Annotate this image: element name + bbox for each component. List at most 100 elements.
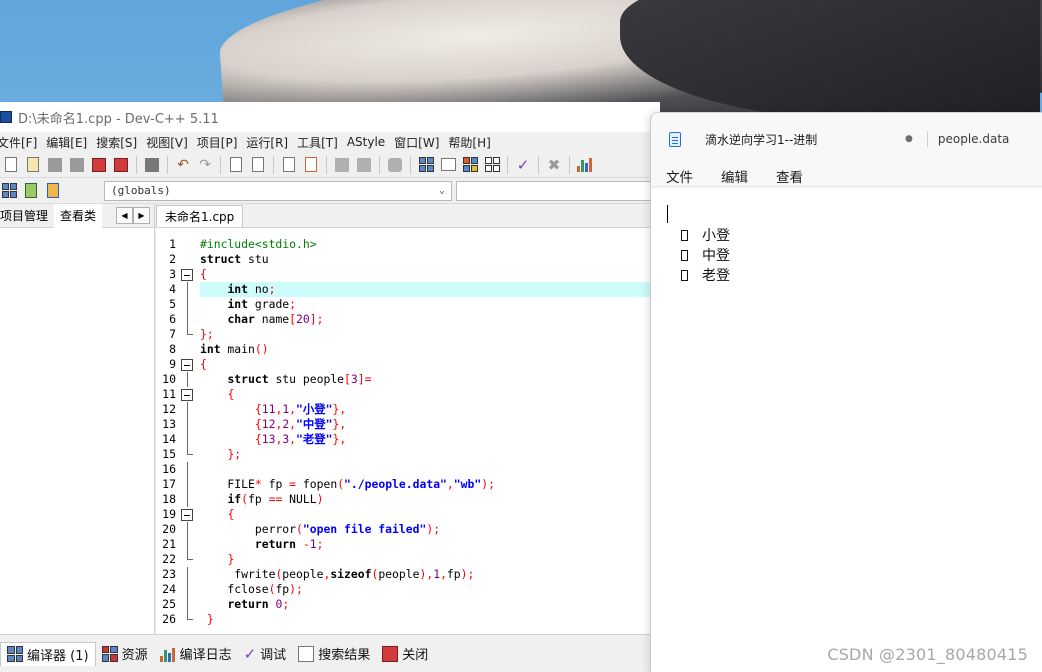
remove-from-project-button[interactable] [44,182,62,200]
tab-untitled-cpp[interactable]: 未命名1.cpp [156,205,244,227]
comment-button[interactable] [386,156,404,174]
find-button[interactable] [227,156,245,174]
line-number: 7 [156,327,198,342]
compile-button[interactable] [417,156,435,174]
goto-button[interactable] [302,156,320,174]
new-file-button[interactable] [2,156,20,174]
fold-guide-line [187,282,188,297]
notepad-menu-file[interactable]: 文件 [666,166,693,186]
code-line: char name[20]; [227,312,324,326]
line-number: 2 [156,252,198,267]
fold-minus-icon[interactable] [181,388,193,401]
notepad-line: 小登 [681,225,730,245]
stop-button[interactable]: ✖ [545,156,563,174]
syntax-check-button[interactable]: ✓ [514,156,532,174]
code-line: { [227,387,235,401]
close-all-icon [114,157,128,172]
line-number-text: 3 [169,267,176,281]
fold-minus-icon[interactable] [181,358,193,371]
tab-compiler[interactable]: 编译器 (1) [0,641,96,666]
line-number-gutter: 1 2 3 4 5 6 7 8 9 10 11 12 13 14 15 16 17 18 19 20 21 22 23 24 2… [156,237,198,627]
fold-minus-icon[interactable] [181,268,193,281]
close-file-button[interactable] [90,156,108,174]
menu-run[interactable]: 运行[R] [246,134,297,151]
notepad-tab-title[interactable]: 滴水逆向学习1--进制 [705,131,905,148]
menu-astyle[interactable]: AStyle [347,135,394,149]
tab-compile-log-label: 编译日志 [179,648,232,663]
tab-class-browser[interactable]: 查看类 [54,203,103,228]
project-button[interactable] [0,182,18,200]
notepad-tab-people-data[interactable]: people.data [938,132,1010,146]
menu-window[interactable]: 窗口[W] [394,134,448,151]
redo-button[interactable]: ↷ [196,156,214,174]
line-number-text: 13 [162,417,176,431]
add-to-project-icon [25,183,37,198]
code-line: {11,1,"小登"}, [254,402,347,416]
code-line: return 0; [227,597,290,611]
tab-project-manager[interactable]: 项目管理 [0,204,54,228]
unsaved-dot-icon: ● [905,134,913,144]
tab-resources[interactable]: 资源 [96,642,154,666]
undo-button[interactable]: ↶ [174,156,192,174]
menu-search[interactable]: 搜索[S] [96,134,146,151]
menu-edit[interactable]: 编辑[E] [46,134,96,151]
redo-icon: ↷ [199,156,211,173]
close-x-icon: ✖ [547,155,561,174]
tab-scroll-right-icon[interactable]: ▶ [133,207,150,224]
bookmark-prev-button[interactable] [333,156,351,174]
tab-compiler-label: 编译器 (1) [27,648,89,664]
code-line: } [227,552,235,566]
fold-minus-icon[interactable] [181,508,193,521]
notepad-menu-view[interactable]: 查看 [776,166,803,186]
unprintable-char-icon [681,269,688,281]
devcpp-app-icon [0,111,12,123]
code-line: return -1; [254,537,324,551]
notepad-titlebar: 滴水逆向学习1--进制 ● people.data [651,113,1042,165]
open-icon [27,157,39,172]
compile-run-button[interactable] [461,156,479,174]
close-all-button[interactable] [112,156,130,174]
replace-button[interactable] [249,156,267,174]
code-line: }; [200,327,214,341]
notepad-text-area[interactable]: 小登 中登 老登 [651,189,1042,672]
tab-compile-log[interactable]: 编译日志 [154,642,238,666]
tab-scroll-left-icon[interactable]: ◀ [116,207,133,224]
profile-button[interactable] [576,156,594,174]
menu-file[interactable]: 文件[F] [0,134,46,151]
notepad-menu-edit[interactable]: 编辑 [721,166,748,186]
save-button[interactable] [46,156,64,174]
indent-button[interactable] [280,156,298,174]
tab-close[interactable]: 关闭 [376,642,434,666]
menu-project[interactable]: 项目[P] [197,134,247,151]
print-button[interactable] [143,156,161,174]
run-button[interactable] [439,156,457,174]
bookmark-next-button[interactable] [355,156,373,174]
line-number: 8 [156,342,198,357]
code-line: {13,3,"老登"}, [254,432,347,446]
line-number: 17 [156,477,198,492]
code-area[interactable]: 1 2 3 4 5 6 7 8 9 10 11 12 13 14 15 16 17 18 19 20 21 22 23 24 2… [156,228,660,634]
menu-tools[interactable]: 工具[T] [297,134,347,151]
tab-search-results[interactable]: 搜索结果 [292,642,376,666]
globals-select[interactable]: (globals) ⌄ [104,180,452,201]
add-to-project-button[interactable] [22,182,40,200]
fold-guide-line [187,567,188,582]
save-all-button[interactable] [68,156,86,174]
code-line: fwrite(people,sizeof(people),1,fp); [200,567,475,581]
bookmark-prev-icon [335,157,349,172]
fold-guide-line [187,477,188,492]
menu-view[interactable]: 视图[V] [146,134,197,151]
member-select[interactable] [456,180,660,201]
toolbar-separator [273,155,274,174]
code-line: perror("open file failed"); [200,522,441,536]
line-number: 25 [156,597,198,612]
rebuild-button[interactable] [483,156,501,174]
menu-help[interactable]: 帮助[H] [448,134,499,151]
tab-debug[interactable]: ✓ 调试 [238,642,293,666]
line-number: 20 [156,522,198,537]
line-number-text: 25 [162,597,176,611]
open-button[interactable] [24,156,42,174]
toolbar-separator [507,155,508,174]
devcpp-menubar: 文件[F] 编辑[E] 搜索[S] 视图[V] 项目[P] 运行[R] 工具[T… [0,132,660,152]
